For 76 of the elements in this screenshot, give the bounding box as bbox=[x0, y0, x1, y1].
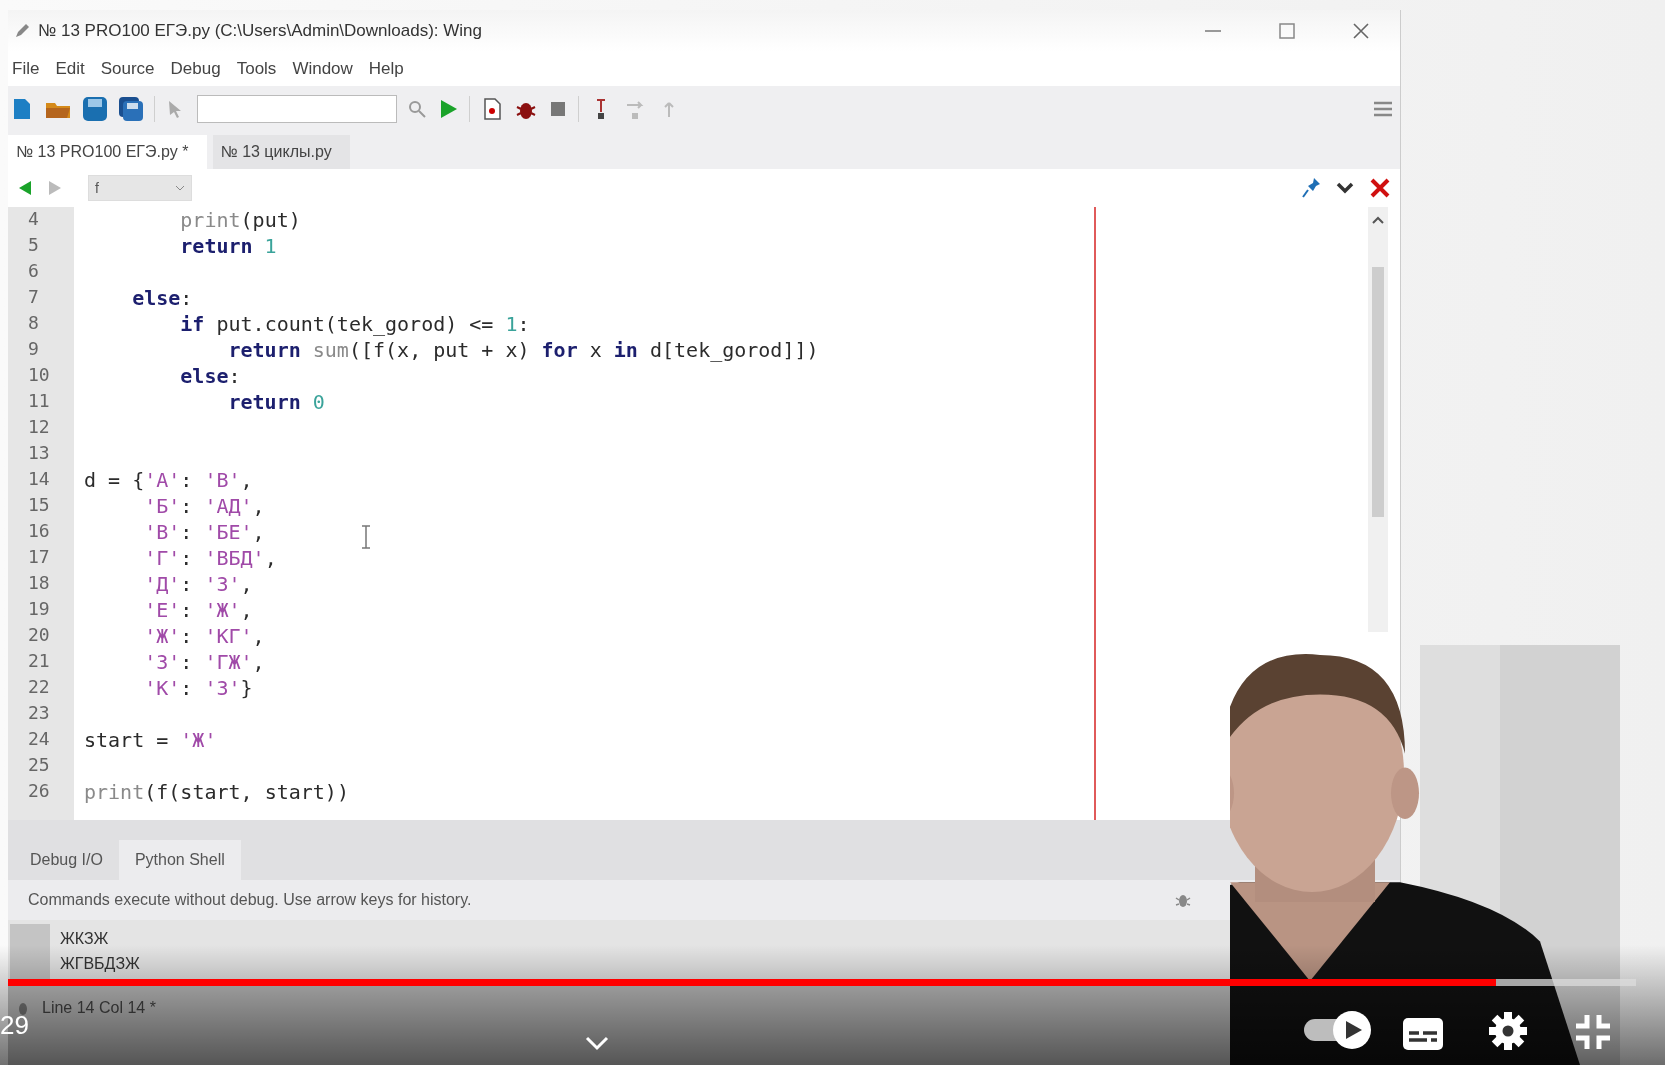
shell-message: Commands execute without debug. Use arrow keys for history. bbox=[28, 891, 473, 909]
code-line: 'В': 'БЕ', bbox=[143, 520, 265, 546]
code-line: 'Д': 'З', bbox=[143, 572, 253, 598]
code-line: else: bbox=[131, 286, 193, 312]
time-display: 29 bbox=[0, 1010, 29, 1041]
menu-item[interactable]: Edit bbox=[51, 55, 93, 83]
scope-dropdown[interactable]: f bbox=[88, 175, 192, 201]
line-number: 7 bbox=[28, 286, 40, 309]
status-text: Line 14 Col 14 * bbox=[42, 999, 156, 1017]
line-number: 24 bbox=[28, 728, 51, 751]
code-line: return 0 bbox=[227, 390, 325, 416]
chevron-down-icon[interactable] bbox=[584, 1035, 610, 1051]
code-line: start = 'Ж' bbox=[84, 728, 217, 754]
code-line: 'Ж': 'КГ', bbox=[143, 624, 265, 650]
text-cursor-icon bbox=[360, 525, 372, 549]
line-number: 17 bbox=[28, 546, 51, 569]
menu-item[interactable]: Debug bbox=[166, 55, 229, 83]
file-tab[interactable]: № 13 циклы.py bbox=[212, 135, 350, 169]
code-line: 'Б': 'АД', bbox=[143, 494, 265, 520]
window-title: № 13 PRO100 ЕГЭ.py (C:\Users\Admin\Downloads): Wing bbox=[38, 21, 484, 41]
settings-icon[interactable] bbox=[1488, 1011, 1528, 1051]
line-number: 4 bbox=[28, 208, 40, 231]
search-icon[interactable] bbox=[407, 98, 427, 119]
line-number: 9 bbox=[28, 338, 40, 361]
line-number: 19 bbox=[28, 598, 51, 621]
line-number: 8 bbox=[28, 312, 40, 335]
pin-icon[interactable] bbox=[1300, 176, 1322, 200]
code-line: print(f(start, start)) bbox=[84, 780, 349, 806]
line-number: 10 bbox=[28, 364, 51, 387]
code-line: if put.count(tek_gorod) <= 1: bbox=[179, 312, 530, 338]
menu-item[interactable]: Tools bbox=[232, 55, 285, 83]
chevron-down-icon bbox=[175, 185, 185, 191]
menu-item[interactable]: Source bbox=[96, 55, 163, 83]
menu-item[interactable]: Help bbox=[364, 55, 412, 83]
close-icon[interactable] bbox=[1368, 176, 1392, 200]
save-icon[interactable] bbox=[82, 95, 108, 122]
line-number: 11 bbox=[28, 390, 51, 413]
line-number: 22 bbox=[28, 676, 51, 699]
code-line: return sum([f(x, put + x) for x in d[tek_gorod]]) bbox=[227, 338, 819, 364]
line-number: 21 bbox=[28, 650, 51, 673]
maximize-icon bbox=[1279, 23, 1295, 39]
exit-fullscreen-icon[interactable] bbox=[1574, 1013, 1612, 1051]
close-icon bbox=[1353, 23, 1369, 39]
line-number: 15 bbox=[28, 494, 51, 517]
search-field[interactable] bbox=[197, 94, 397, 123]
line-number: 13 bbox=[28, 442, 51, 465]
minimize-icon bbox=[1205, 30, 1221, 32]
pencil-icon bbox=[14, 23, 30, 39]
line-number: 26 bbox=[28, 780, 51, 803]
line-number: 25 bbox=[28, 754, 51, 777]
file-tab[interactable]: № 13 PRO100 ЕГЭ.py * bbox=[8, 135, 207, 169]
captions-icon[interactable] bbox=[1402, 1017, 1444, 1051]
line-number: 16 bbox=[28, 520, 51, 543]
line-number: 14 bbox=[28, 468, 51, 491]
line-number: 12 bbox=[28, 416, 51, 439]
save-all-icon[interactable] bbox=[118, 95, 144, 122]
line-number: 20 bbox=[28, 624, 51, 647]
code-line: return 1 bbox=[179, 234, 277, 260]
scrollbar[interactable] bbox=[1368, 207, 1388, 632]
line-number: 6 bbox=[28, 260, 40, 283]
line-number: 5 bbox=[28, 234, 40, 257]
menu-item[interactable]: Window bbox=[288, 55, 361, 83]
menu-item[interactable]: File bbox=[8, 55, 48, 83]
code-line: print(put) bbox=[179, 208, 301, 234]
line-number: 18 bbox=[28, 572, 51, 595]
shell-output: ЖКЗЖ bbox=[60, 929, 110, 949]
line-number: 23 bbox=[28, 702, 51, 725]
code-line: d = {'А': 'В', bbox=[84, 468, 253, 494]
code-line: 'Е': 'Ж', bbox=[143, 598, 253, 624]
code-line: else: bbox=[179, 364, 241, 390]
panel-tab[interactable]: Debug I/O bbox=[14, 840, 119, 880]
code-line: 'К': 'З'} bbox=[143, 676, 253, 702]
panel-tab[interactable]: Python Shell bbox=[118, 840, 241, 880]
code-line: 'Г': 'ВБД', bbox=[143, 546, 277, 572]
shell-output: ЖГВБДЗЖ bbox=[60, 954, 140, 974]
code-line: 'З': 'ГЖ', bbox=[143, 650, 265, 676]
